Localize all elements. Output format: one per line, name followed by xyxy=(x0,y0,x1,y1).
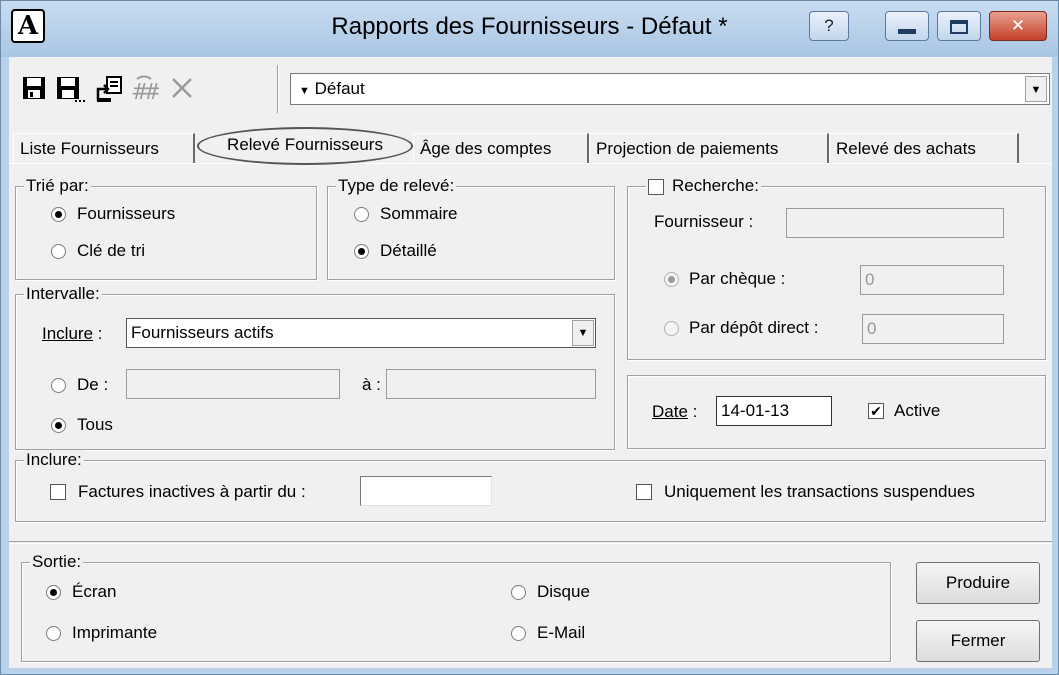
maximize-button[interactable] xyxy=(937,11,981,41)
statement-summary-label: Sommaire xyxy=(380,204,458,223)
tab-baseline xyxy=(9,163,1052,164)
output-screen-label: Écran xyxy=(72,582,117,601)
toolbar-separator xyxy=(277,65,279,113)
include-group: Inclure: Factures inactives à partir du … xyxy=(15,450,1046,522)
range-all-label: Tous xyxy=(77,415,113,434)
suspended-only-checkbox[interactable] xyxy=(636,484,652,500)
date-active-checkbox[interactable]: ✔ xyxy=(868,403,884,419)
search-checkbox[interactable] xyxy=(648,178,664,195)
report-marker-icon: ▼ xyxy=(299,85,310,97)
output-email-label: E-Mail xyxy=(537,623,586,642)
search-group: Recherche: Fournisseur : Par chèque : 0 … xyxy=(627,176,1046,360)
range-include-label-wrap: Inclure : xyxy=(42,324,102,344)
sort-group: Trié par: Fournisseurs Clé de tri xyxy=(15,176,317,280)
tab-payment-projection[interactable]: Projection de paiements xyxy=(589,133,829,164)
output-group: Sortie: Écran Imprimante Disque E-Mail xyxy=(21,552,891,662)
sort-suppliers-label: Fournisseurs xyxy=(77,204,176,223)
by-cheque-field[interactable]: 0 xyxy=(860,265,1004,295)
search-legend-wrapper: Recherche: xyxy=(646,176,761,196)
range-all-radio[interactable] xyxy=(51,418,66,433)
save-as-icon[interactable] xyxy=(55,75,85,102)
tab-supplier-list[interactable]: Liste Fournisseurs xyxy=(13,133,195,164)
inactive-invoices-date-field[interactable] xyxy=(360,476,492,506)
range-include-value: Fournisseurs actifs xyxy=(131,323,274,342)
date-active-label: Active xyxy=(894,401,941,420)
inactive-invoices-checkbox[interactable] xyxy=(50,484,66,500)
tab-purchase-statement[interactable]: Relevé des achats xyxy=(829,133,1019,164)
date-group: Date : 14-01-13 ✔ Active xyxy=(627,375,1046,449)
statement-type-legend: Type de relevé: xyxy=(336,176,457,196)
toolbar: ## ▼ Défaut ▼ xyxy=(9,57,1052,121)
output-screen-radio[interactable] xyxy=(46,585,61,600)
chevron-down-icon[interactable]: ▼ xyxy=(572,320,594,346)
range-from-field[interactable] xyxy=(126,369,340,399)
output-legend: Sortie: xyxy=(30,552,84,572)
statement-summary-radio[interactable] xyxy=(354,207,369,222)
renumber-icon[interactable]: ## xyxy=(129,75,161,105)
include-legend: Inclure: xyxy=(24,450,84,470)
close-window-button[interactable]: ✕ xyxy=(989,11,1047,41)
date-label: Date xyxy=(652,402,688,421)
suspended-only-label: Uniquement les transactions suspendues xyxy=(664,482,975,501)
output-printer-radio[interactable] xyxy=(46,626,61,641)
statement-detailed-label: Détaillé xyxy=(380,241,437,260)
output-email-radio[interactable] xyxy=(511,626,526,641)
help-button[interactable]: ? xyxy=(809,11,849,41)
search-legend: Recherche: xyxy=(672,176,759,195)
produce-button[interactable]: Produire xyxy=(916,562,1040,604)
by-direct-deposit-label: Par dépôt direct : xyxy=(689,318,819,337)
sort-suppliers-radio[interactable] xyxy=(51,207,66,222)
by-direct-deposit-field[interactable]: 0 xyxy=(862,314,1004,344)
date-field[interactable]: 14-01-13 xyxy=(716,396,832,426)
tab-supplier-statement[interactable]: Relevé Fournisseurs xyxy=(197,127,413,165)
inactive-invoices-label: Factures inactives à partir du : xyxy=(78,482,306,501)
range-group: Intervalle: Inclure : Fournisseurs actif… xyxy=(15,284,615,450)
supplier-field[interactable] xyxy=(786,208,1004,238)
title-bar[interactable]: A Rapports des Fournisseurs - Défaut * ?… xyxy=(1,1,1058,57)
svg-text:#: # xyxy=(143,80,159,103)
range-from-label: De : xyxy=(77,375,109,394)
supplier-label: Fournisseur : xyxy=(654,212,754,231)
by-cheque-radio[interactable] xyxy=(664,272,679,287)
range-include-dropdown[interactable]: Fournisseurs actifs ▼ xyxy=(126,318,596,348)
sort-key-label: Clé de tri xyxy=(77,241,146,260)
sort-legend: Trié par: xyxy=(24,176,91,196)
export-icon[interactable] xyxy=(95,75,122,102)
close-button[interactable]: Fermer xyxy=(916,620,1040,662)
statement-type-group: Type de relevé: Sommaire Détaillé xyxy=(327,176,615,280)
tab-aging[interactable]: Âge des comptes xyxy=(413,133,589,164)
range-from-radio[interactable] xyxy=(51,378,66,393)
chevron-down-icon[interactable]: ▼ xyxy=(1025,76,1047,102)
minimize-button[interactable] xyxy=(885,11,929,41)
range-legend: Intervalle: xyxy=(24,284,102,304)
section-divider xyxy=(9,541,1052,544)
report-selector-dropdown[interactable]: ▼ Défaut ▼ xyxy=(290,73,1050,105)
date-label-wrap: Date : xyxy=(652,402,697,422)
output-printer-label: Imprimante xyxy=(72,623,158,642)
client-area: ## ▼ Défaut ▼ Liste Fournisseurs Relevé … xyxy=(9,57,1052,668)
range-to-label: à : xyxy=(362,375,381,394)
by-cheque-label: Par chèque : xyxy=(689,269,786,288)
date-colon: : xyxy=(687,402,698,421)
range-include-label: Inclure xyxy=(42,324,94,343)
report-window: A Rapports des Fournisseurs - Défaut * ?… xyxy=(0,0,1059,675)
range-to-field[interactable] xyxy=(386,369,596,399)
statement-detailed-radio[interactable] xyxy=(354,244,369,259)
minimize-icon xyxy=(898,29,916,35)
delete-icon[interactable] xyxy=(169,75,195,101)
output-disk-label: Disque xyxy=(537,582,590,601)
output-disk-radio[interactable] xyxy=(511,585,526,600)
maximize-icon xyxy=(950,19,968,34)
report-selector-value: Défaut xyxy=(314,79,365,98)
range-include-colon: : xyxy=(93,324,103,343)
save-icon[interactable] xyxy=(21,75,47,101)
by-direct-deposit-radio[interactable] xyxy=(664,321,679,336)
sort-key-radio[interactable] xyxy=(51,244,66,259)
